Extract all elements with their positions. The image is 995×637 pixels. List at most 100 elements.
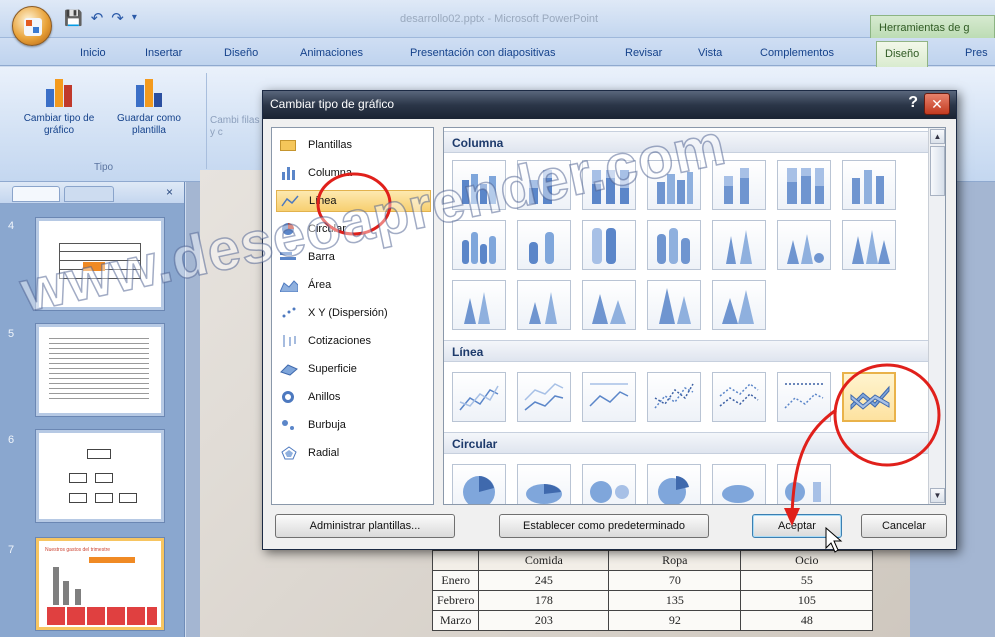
category-burbuja[interactable]: Burbuja — [276, 414, 431, 436]
chart-subtype-3d-pie[interactable] — [517, 464, 571, 504]
section-header-linea: Línea — [444, 340, 929, 362]
gallery-scrollbar[interactable]: ▲ ▼ — [928, 128, 945, 504]
save-template-icon — [133, 77, 165, 107]
category-superficie[interactable]: Superficie — [276, 358, 431, 380]
chart-subtype-pyramid[interactable] — [517, 280, 571, 330]
chart-subtype-100-stacked-column[interactable] — [582, 160, 636, 210]
tab-inicio[interactable]: Inicio — [80, 47, 106, 59]
chart-subtype-3d-100-stacked-column[interactable] — [777, 160, 831, 210]
chart-subtype-3d-cylinder[interactable] — [647, 220, 701, 270]
chart-subtype-cone[interactable] — [712, 220, 766, 270]
slide-thumbnail-6[interactable] — [36, 430, 164, 522]
save-as-template-button[interactable]: Guardar como plantilla — [104, 77, 194, 137]
bubble-chart-icon — [280, 418, 298, 432]
chart-subtype-cylinder[interactable] — [452, 220, 506, 270]
tab-vista[interactable]: Vista — [698, 47, 722, 59]
slide-thumbnail-4[interactable] — [36, 218, 164, 310]
category-columna[interactable]: Columna — [276, 162, 431, 184]
chart-subtype-3d-clustered-column[interactable] — [647, 160, 701, 210]
table-cell: 203 — [478, 610, 610, 631]
slide-thumbnail-5[interactable] — [36, 324, 164, 416]
category-area[interactable]: Área — [276, 274, 431, 296]
tab-complementos[interactable]: Complementos — [760, 47, 834, 59]
bar-chart-icon — [280, 250, 298, 264]
chart-subtype-3d-exploded-pie[interactable] — [712, 464, 766, 504]
category-xy-dispersion[interactable]: X Y (Dispersión) — [276, 302, 431, 324]
save-icon[interactable]: 💾 — [64, 9, 83, 27]
undo-icon[interactable]: ↶ — [91, 9, 104, 27]
tab-slides[interactable] — [12, 186, 60, 202]
tab-diseno[interactable]: Diseño — [224, 47, 258, 59]
chart-subtype-clustered-column[interactable] — [452, 160, 506, 210]
tab-chart-diseno[interactable]: Diseño — [876, 41, 929, 67]
category-plantillas[interactable]: Plantillas — [276, 134, 431, 156]
chart-subtype-stacked-line[interactable] — [517, 372, 571, 422]
chart-subtype-3d-cone[interactable] — [452, 280, 506, 330]
category-linea[interactable]: Línea — [276, 190, 431, 212]
chart-subtype-stacked-cylinder[interactable] — [517, 220, 571, 270]
chart-subtype-stacked-line-markers[interactable] — [712, 372, 766, 422]
chart-subtype-pie-of-pie[interactable] — [582, 464, 636, 504]
slide-thumbnails-pane: × 4 5 6 7 Nuestros gastos del trimestre — [0, 182, 185, 637]
table-cell: 92 — [608, 610, 742, 631]
text-lines-graphic — [49, 337, 149, 403]
set-default-button[interactable]: Establecer como predeterminado — [499, 514, 709, 538]
tab-outline[interactable] — [64, 186, 114, 202]
section-header-circular: Circular — [444, 432, 929, 454]
chart-subtype-100-cone[interactable] — [842, 220, 896, 270]
dialog-title-bar: Cambiar tipo de gráfico ? ✕ — [263, 91, 956, 119]
redo-icon[interactable]: ↷ — [111, 9, 124, 27]
tab-insertar[interactable]: Insertar — [145, 47, 182, 59]
chart-subtype-exploded-pie[interactable] — [647, 464, 701, 504]
change-chart-type-label: Cambiar tipo de gráfico — [23, 113, 95, 136]
chart-subtype-line[interactable] — [452, 372, 506, 422]
close-icon[interactable]: ✕ — [924, 93, 950, 115]
category-barra[interactable]: Barra — [276, 246, 431, 268]
ok-button[interactable]: Aceptar — [752, 514, 842, 538]
scroll-up-icon[interactable]: ▲ — [930, 129, 945, 144]
switch-row-column-button[interactable]: Cambi filas y c — [210, 115, 260, 139]
customize-qat-icon[interactable]: ▾ — [132, 12, 137, 27]
chart-subtype-3d-column[interactable] — [842, 160, 896, 210]
help-icon[interactable]: ? — [908, 94, 918, 112]
chart-subtype-3d-stacked-column[interactable] — [712, 160, 766, 210]
save-as-template-label: Guardar como plantilla — [117, 113, 181, 136]
category-label: Circular — [308, 223, 346, 235]
chart-subtype-bar-of-pie[interactable] — [777, 464, 831, 504]
category-cotizaciones[interactable]: Cotizaciones — [276, 330, 431, 352]
window-title: desarrollo02.pptx - Microsoft PowerPoint — [400, 13, 599, 25]
chart-subtype-stacked-cone[interactable] — [777, 220, 831, 270]
manage-templates-button[interactable]: Administrar plantillas... — [275, 514, 455, 538]
scroll-down-icon[interactable]: ▼ — [930, 488, 945, 503]
category-label: Línea — [309, 195, 337, 207]
category-anillos[interactable]: Anillos — [276, 386, 431, 408]
chart-subtype-line-markers[interactable] — [647, 372, 701, 422]
table-cell: 105 — [740, 590, 874, 611]
chart-bar — [63, 581, 69, 605]
close-pane-icon[interactable]: × — [166, 185, 173, 199]
chart-subtype-stacked-column[interactable] — [517, 160, 571, 210]
slide-thumbnail-7[interactable]: Nuestros gastos del trimestre — [36, 538, 164, 630]
change-chart-type-button[interactable]: Cambiar tipo de gráfico — [18, 77, 100, 137]
chart-subtype-pie[interactable] — [452, 464, 506, 504]
cancel-button[interactable]: Cancelar — [861, 514, 947, 538]
category-radial[interactable]: Radial — [276, 442, 431, 464]
chart-subtype-gallery: Columna Línea Circular ▲ ▼ — [443, 127, 946, 505]
category-circular[interactable]: Circular — [276, 218, 431, 240]
pane-tabs: × — [0, 182, 184, 204]
scroll-thumb[interactable] — [930, 146, 945, 196]
chart-subtype-3d-pyramid[interactable] — [712, 280, 766, 330]
chart-bar — [53, 567, 59, 605]
tab-revisar[interactable]: Revisar — [625, 47, 662, 59]
tab-animaciones[interactable]: Animaciones — [300, 47, 363, 59]
chart-subtype-3d-line[interactable] — [842, 372, 896, 422]
chart-subtype-stacked-pyramid[interactable] — [582, 280, 636, 330]
chart-subtype-100-pyramid[interactable] — [647, 280, 701, 330]
tab-pres[interactable]: Pres — [965, 47, 988, 59]
chart-subtype-100-line-markers[interactable] — [777, 372, 831, 422]
table-cell: 48 — [740, 610, 874, 631]
chart-subtype-100-stacked-line[interactable] — [582, 372, 636, 422]
tab-presentacion[interactable]: Presentación con diapositivas — [410, 47, 556, 59]
office-button[interactable] — [12, 6, 52, 46]
chart-subtype-100-cylinder[interactable] — [582, 220, 636, 270]
